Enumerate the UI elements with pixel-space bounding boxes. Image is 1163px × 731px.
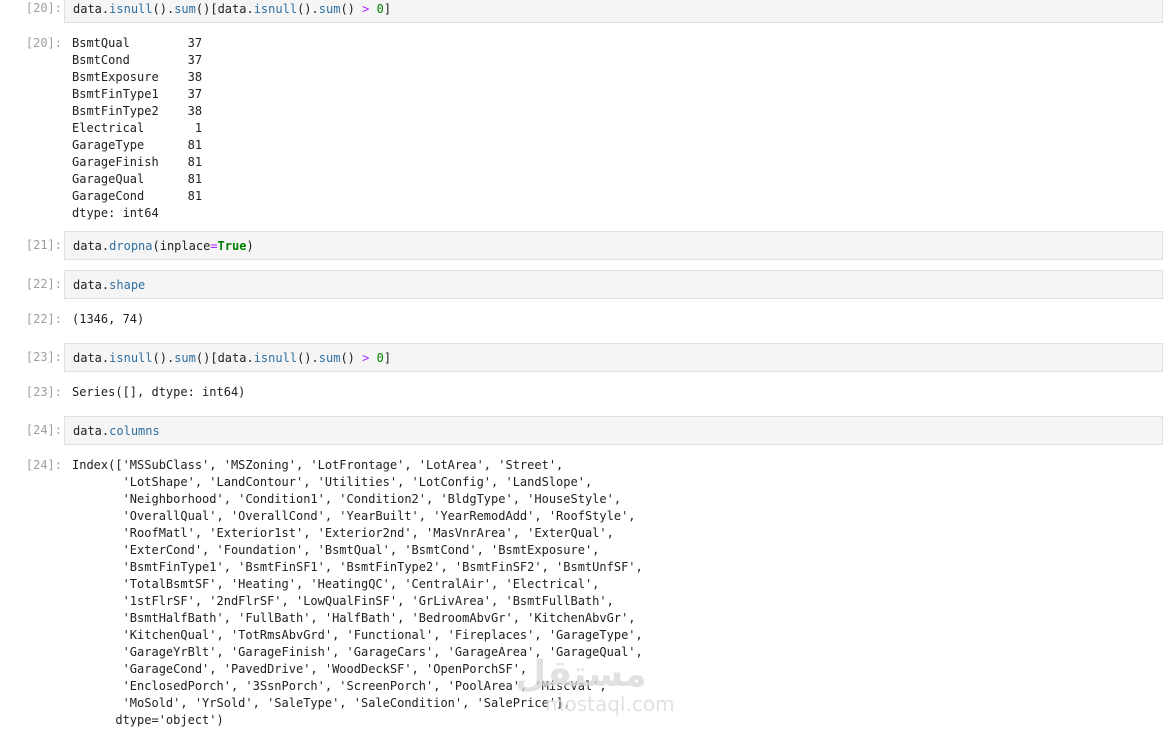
output-prompt: [20]: bbox=[25, 36, 62, 50]
code-line[interactable]: data.isnull().sum()[data.isnull().sum() … bbox=[73, 1, 391, 18]
code-token: () bbox=[340, 351, 363, 365]
code-line[interactable]: data.shape bbox=[73, 277, 145, 294]
code-token: ()[ bbox=[195, 2, 218, 16]
code-token: dropna bbox=[109, 239, 153, 253]
code-token: isnull bbox=[109, 2, 153, 16]
cell-output: BsmtQual 37 BsmtCond 37 BsmtExposure 38 … bbox=[72, 36, 203, 220]
code-token: (inplace bbox=[152, 239, 211, 253]
code-line[interactable]: data.columns bbox=[73, 423, 160, 440]
code-token: data bbox=[73, 424, 102, 438]
code-token: . bbox=[246, 2, 254, 16]
code-token: sum bbox=[174, 351, 196, 365]
code-token: . bbox=[246, 351, 254, 365]
code-input-cell[interactable]: data.shape bbox=[64, 270, 1163, 299]
code-token: ] bbox=[383, 2, 392, 16]
code-token: (). bbox=[297, 351, 319, 365]
code-line[interactable]: data.dropna(inplace=True) bbox=[73, 238, 254, 255]
output-prompt: [24]: bbox=[25, 458, 62, 472]
code-token: () bbox=[340, 2, 363, 16]
code-token: columns bbox=[109, 424, 160, 438]
code-input-cell[interactable]: data.isnull().sum()[data.isnull().sum() … bbox=[64, 0, 1163, 23]
code-token: data bbox=[73, 239, 102, 253]
code-input-cell[interactable]: data.isnull().sum()[data.isnull().sum() … bbox=[64, 343, 1163, 372]
code-token: data bbox=[73, 351, 102, 365]
code-token: 0 bbox=[376, 2, 384, 16]
code-token: data bbox=[217, 351, 247, 365]
code-token: = bbox=[210, 239, 218, 253]
code-token: sum bbox=[174, 2, 196, 16]
code-token: ] bbox=[383, 351, 392, 365]
code-token: (). bbox=[152, 351, 175, 365]
code-token: isnull bbox=[253, 351, 298, 365]
code-token: ) bbox=[246, 239, 254, 253]
cell-output: (1346, 74) bbox=[72, 312, 145, 326]
output-prompt: [23]: bbox=[25, 385, 62, 399]
code-line[interactable]: data.isnull().sum()[data.isnull().sum() … bbox=[73, 350, 391, 367]
code-token: data bbox=[73, 2, 102, 16]
code-token: isnull bbox=[109, 351, 153, 365]
cell-output: Series([], dtype: int64) bbox=[72, 385, 246, 399]
input-prompt: [21]: bbox=[25, 238, 62, 252]
input-prompt: [20]: bbox=[25, 1, 62, 15]
input-prompt: [22]: bbox=[25, 277, 62, 291]
code-token: shape bbox=[109, 278, 146, 292]
cell-output: Index(['MSSubClass', 'MSZoning', 'LotFro… bbox=[72, 458, 643, 727]
code-token: (). bbox=[297, 2, 319, 16]
code-token: isnull bbox=[253, 2, 298, 16]
code-input-cell[interactable]: data.columns bbox=[64, 416, 1163, 445]
code-input-cell[interactable]: data.dropna(inplace=True) bbox=[64, 231, 1163, 260]
code-token: sum bbox=[318, 351, 341, 365]
input-prompt: [23]: bbox=[25, 350, 62, 364]
code-token: data bbox=[73, 278, 102, 292]
code-token: 0 bbox=[376, 351, 384, 365]
code-token: True bbox=[217, 239, 247, 253]
code-token: sum bbox=[318, 2, 341, 16]
code-token: ()[ bbox=[195, 351, 218, 365]
input-prompt: [24]: bbox=[25, 423, 62, 437]
code-token: (). bbox=[152, 2, 175, 16]
code-token: data bbox=[217, 2, 247, 16]
output-prompt: [22]: bbox=[25, 312, 62, 326]
